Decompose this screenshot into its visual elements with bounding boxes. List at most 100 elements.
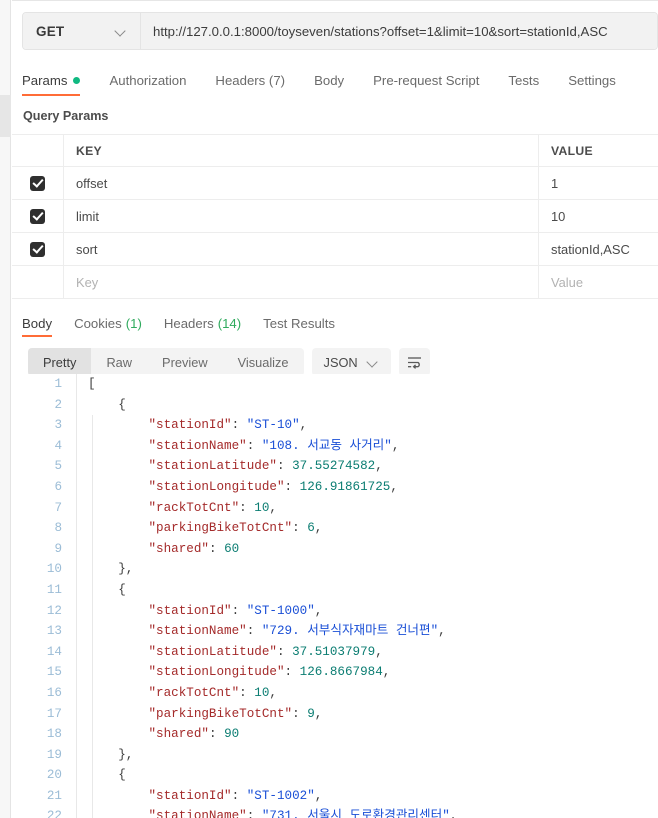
- json-key: "parkingBikeTotCnt": [148, 521, 293, 536]
- code-line-text: "stationName": "729. 서부식자재마트 건너편",: [88, 621, 658, 642]
- new-param-value-input[interactable]: Value: [539, 266, 658, 298]
- checkbox-checked-icon[interactable]: [30, 208, 45, 224]
- param-key-input[interactable]: sort: [64, 233, 539, 265]
- tab-settings[interactable]: Settings: [568, 64, 631, 96]
- new-param-key-input[interactable]: Key: [64, 266, 539, 298]
- checkbox-checked-icon[interactable]: [30, 241, 45, 257]
- json-punctuation: :: [276, 644, 293, 659]
- line-number: 19: [46, 747, 62, 762]
- row-checkbox-cell: [12, 167, 64, 199]
- code-line: 9 "shared": 60: [12, 538, 658, 560]
- json-punctuation: [88, 521, 148, 535]
- param-key-input[interactable]: offset: [64, 167, 539, 199]
- json-punctuation: ,: [382, 665, 391, 680]
- tab-settings-label: Settings: [568, 72, 616, 88]
- code-line: 17 "parkingBikeTotCnt": 9,: [12, 703, 658, 725]
- line-number: 18: [46, 727, 62, 742]
- json-punctuation: ,: [299, 418, 308, 433]
- response-tab-cookies[interactable]: Cookies (1): [74, 309, 142, 337]
- line-number: 16: [46, 685, 62, 700]
- code-line: 16 "rackTotCnt": 10,: [12, 682, 658, 704]
- request-response-pane: GET http://127.0.0.1:8000/toyseven/stati…: [12, 0, 658, 818]
- json-punctuation: [88, 686, 148, 700]
- code-line: 19 },: [12, 744, 658, 766]
- response-body-viewer[interactable]: 1[2 {3 "stationId": "ST-10", 4 "stationNa…: [12, 374, 658, 818]
- response-format-selector[interactable]: JSON: [311, 348, 391, 376]
- line-number: 2: [54, 397, 62, 412]
- tab-authorization[interactable]: Authorization: [109, 64, 201, 96]
- code-line: 1[: [12, 374, 658, 395]
- code-line-text: [: [88, 374, 658, 395]
- response-tab-test-results[interactable]: Test Results: [263, 309, 335, 337]
- json-key: "stationLongitude": [148, 665, 285, 680]
- json-string: "ST-10": [246, 418, 300, 433]
- json-number: 9: [307, 706, 315, 721]
- response-format-label: JSON: [323, 354, 358, 370]
- json-punctuation: [88, 624, 148, 638]
- code-line-text: "shared": 90: [88, 724, 658, 745]
- fold-gutter: [71, 682, 88, 704]
- response-tab-test-results-label: Test Results: [263, 315, 335, 331]
- code-line: 5 "stationLatitude": 37.55274582,: [12, 456, 658, 477]
- row-checkbox-cell: [12, 266, 64, 298]
- param-value-input[interactable]: 1: [539, 167, 658, 199]
- fold-gutter: [71, 703, 88, 725]
- table-row: offset 1: [12, 167, 658, 200]
- json-punctuation: ,: [314, 706, 323, 721]
- view-mode-pretty[interactable]: Pretty: [28, 348, 92, 376]
- fold-gutter: [71, 744, 88, 766]
- fold-gutter: [71, 456, 88, 477]
- checkbox-checked-icon[interactable]: [30, 175, 45, 191]
- json-number: 10: [254, 685, 270, 700]
- tab-pre-request-script[interactable]: Pre-request Script: [373, 64, 494, 96]
- sidebar-scrollbar-thumb[interactable]: [0, 95, 11, 137]
- view-mode-visualize[interactable]: Visualize: [223, 348, 304, 376]
- line-number: 1: [54, 377, 62, 391]
- tab-headers[interactable]: Headers (7): [215, 64, 300, 96]
- column-header-value: VALUE: [551, 143, 593, 158]
- code-line: 11 {: [12, 579, 658, 601]
- code-line: 13 "stationName": "729. 서부식자재마트 건너편",: [12, 621, 658, 642]
- json-punctuation: {: [88, 582, 126, 597]
- json-punctuation: [88, 789, 148, 803]
- json-punctuation: :: [239, 500, 255, 515]
- code-line-text: "rackTotCnt": 10,: [88, 497, 658, 519]
- wrap-text-button[interactable]: [398, 348, 430, 376]
- fold-gutter: [71, 559, 88, 580]
- fold-gutter: [71, 621, 88, 642]
- tab-params[interactable]: Params: [22, 64, 95, 96]
- table-row: sort stationId,ASC: [12, 233, 658, 266]
- view-mode-raw[interactable]: Raw: [91, 348, 147, 376]
- json-punctuation: ,: [314, 788, 323, 803]
- fold-gutter: [71, 785, 88, 807]
- code-line-text: "shared": 60: [88, 538, 658, 560]
- json-punctuation: [88, 727, 148, 741]
- json-punctuation: :: [208, 727, 225, 742]
- code-line-text: "stationId": "ST-1000",: [88, 600, 658, 622]
- json-key: "stationName": [148, 624, 247, 639]
- code-line-text: },: [88, 559, 658, 580]
- table-header-row: KEY VALUE: [12, 135, 658, 167]
- json-key: "stationId": [148, 603, 232, 618]
- code-line: 15 "stationLongitude": 126.8667984,: [12, 662, 658, 683]
- row-checkbox-cell: [12, 200, 64, 232]
- url-input[interactable]: http://127.0.0.1:8000/toyseven/stations?…: [141, 13, 657, 49]
- tab-tests[interactable]: Tests: [508, 64, 554, 96]
- tab-body[interactable]: Body: [314, 64, 359, 96]
- cookies-count: (1): [125, 315, 142, 331]
- json-punctuation: },: [88, 747, 134, 762]
- response-tab-body[interactable]: Body: [22, 309, 53, 337]
- line-number: 7: [54, 500, 62, 515]
- response-tab-cookies-label: Cookies: [74, 315, 122, 331]
- param-value-input[interactable]: 10: [539, 200, 658, 232]
- view-mode-preview[interactable]: Preview: [147, 348, 223, 376]
- json-string: "ST-1000": [246, 603, 315, 618]
- json-punctuation: :: [246, 438, 262, 453]
- fold-gutter: [71, 641, 88, 663]
- param-key-input[interactable]: limit: [64, 200, 539, 232]
- http-method-selector[interactable]: GET: [23, 13, 141, 49]
- line-number: 14: [46, 644, 62, 659]
- response-tab-headers[interactable]: Headers (14): [164, 309, 241, 337]
- response-tab-headers-label: Headers: [163, 315, 214, 331]
- param-value-input[interactable]: stationId,ASC: [539, 233, 658, 265]
